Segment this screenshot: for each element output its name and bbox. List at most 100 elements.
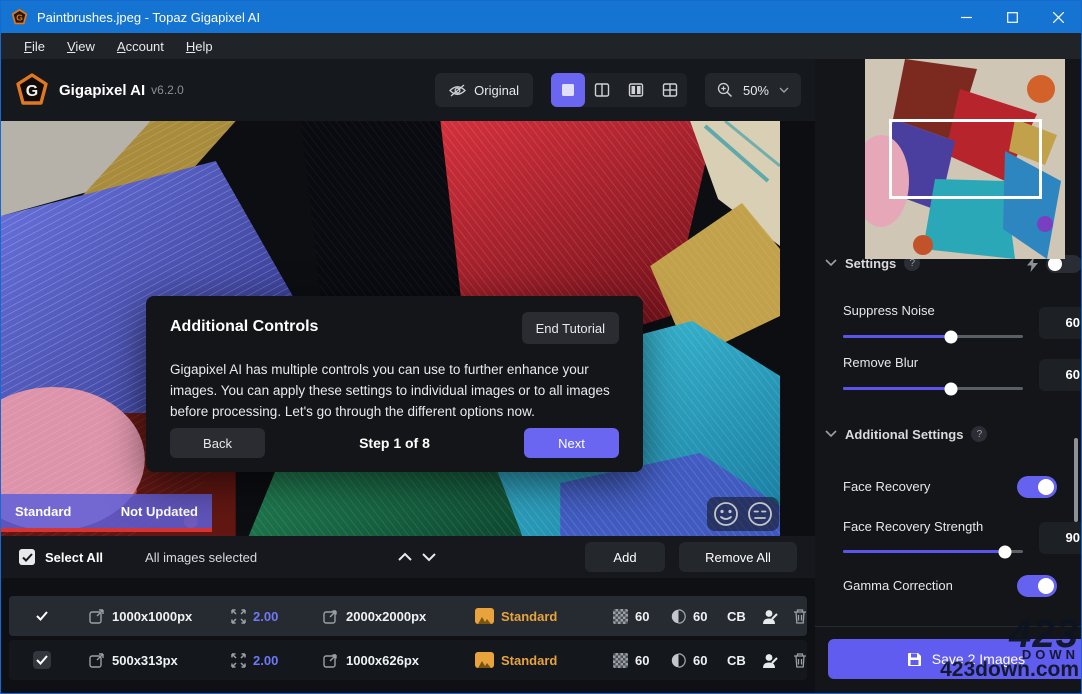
remove-blur-value[interactable]: 60 bbox=[1039, 359, 1082, 391]
tutorial-back-button[interactable]: Back bbox=[170, 428, 265, 458]
close-button[interactable] bbox=[1035, 1, 1081, 33]
suppress-noise-label: Suppress Noise bbox=[843, 303, 935, 318]
slider-knob[interactable] bbox=[999, 545, 1012, 558]
input-size: 500x313px bbox=[112, 653, 178, 668]
badge-mode-label: Standard bbox=[15, 504, 71, 519]
menu-bar: File View Account Help bbox=[1, 33, 1081, 59]
select-all-checkbox[interactable] bbox=[19, 549, 35, 565]
navigator-crop-rect[interactable] bbox=[889, 119, 1042, 199]
eye-off-icon bbox=[449, 84, 466, 97]
input-image-icon bbox=[89, 653, 105, 668]
chevron-down-icon bbox=[825, 430, 837, 438]
add-images-button[interactable]: Add bbox=[585, 542, 665, 572]
original-preview-button[interactable]: Original bbox=[435, 73, 533, 107]
watermark-site: 423down.com bbox=[940, 662, 1079, 679]
suppress-noise-slider[interactable] bbox=[843, 335, 1023, 338]
chevron-down-icon bbox=[825, 259, 837, 267]
face-recovery-label: Face Recovery bbox=[843, 479, 930, 494]
input-image-icon bbox=[89, 609, 105, 624]
scale-value: 2.00 bbox=[253, 609, 278, 624]
row-checkbox[interactable] bbox=[33, 607, 51, 625]
suppress-noise-value[interactable]: 60 bbox=[1039, 307, 1082, 339]
additional-settings-help-icon[interactable]: ? bbox=[971, 426, 987, 442]
remove-blur-label: Remove Blur bbox=[843, 355, 918, 370]
view-grid-button[interactable] bbox=[653, 73, 687, 107]
menu-help[interactable]: Help bbox=[175, 35, 224, 58]
selection-toolbar: Select All All images selected Add Remov… bbox=[1, 536, 815, 578]
end-tutorial-button[interactable]: End Tutorial bbox=[522, 312, 619, 344]
selection-status: All images selected bbox=[145, 550, 257, 565]
maximize-button[interactable] bbox=[989, 1, 1035, 33]
slider-knob[interactable] bbox=[945, 330, 958, 343]
tutorial-body-text: Gigapixel AI has multiple controls you c… bbox=[170, 360, 630, 423]
tutorial-step-indicator: Step 1 of 8 bbox=[265, 435, 524, 451]
gamma-correction-toggle[interactable] bbox=[1017, 575, 1057, 597]
app-version: v6.2.0 bbox=[151, 83, 184, 97]
additional-settings-header[interactable]: Additional Settings ? bbox=[825, 426, 987, 442]
delete-row-icon[interactable] bbox=[793, 652, 807, 668]
view-mode-group bbox=[551, 73, 687, 107]
menu-file[interactable]: File bbox=[13, 35, 56, 58]
remove-all-button[interactable]: Remove All bbox=[679, 542, 797, 572]
slider-knob[interactable] bbox=[945, 382, 958, 395]
tutorial-next-button[interactable]: Next bbox=[524, 428, 619, 458]
ai-mode-icon bbox=[475, 652, 494, 668]
row-checkbox[interactable] bbox=[33, 651, 51, 669]
face-recovery-person-icon bbox=[761, 608, 778, 625]
gamma-correction-label: Gamma Correction bbox=[843, 578, 953, 593]
noise-value: 60 bbox=[635, 653, 649, 668]
preview-mode-badge: Standard Not Updated bbox=[1, 494, 212, 532]
zoom-in-icon bbox=[717, 82, 733, 98]
gigapixel-logo-icon: G bbox=[15, 73, 49, 107]
blur-icon bbox=[671, 609, 686, 624]
scale-icon bbox=[231, 653, 246, 668]
tutorial-dialog: Additional Controls End Tutorial Gigapix… bbox=[146, 296, 643, 472]
ai-mode-value: Standard bbox=[501, 653, 557, 668]
file-row-2[interactable]: 500x313px 2.00 1000x626px bbox=[9, 640, 807, 680]
happy-face-icon[interactable] bbox=[713, 501, 739, 527]
face-recovery-strength-value[interactable]: 90 bbox=[1039, 522, 1082, 554]
settings-panel: Settings ? bbox=[815, 59, 1081, 693]
face-recovery-strength-label: Face Recovery Strength bbox=[843, 519, 983, 534]
output-image-icon bbox=[323, 653, 339, 668]
move-up-icon[interactable] bbox=[397, 552, 413, 562]
minimize-button[interactable] bbox=[943, 1, 989, 33]
main-toolbar: G Gigapixel AI v6.2.0 Original bbox=[1, 59, 815, 121]
additional-settings-label: Additional Settings bbox=[845, 427, 963, 442]
face-recovery-toggle[interactable] bbox=[1017, 476, 1057, 498]
delete-row-icon[interactable] bbox=[793, 608, 807, 624]
view-single-button[interactable] bbox=[551, 73, 585, 107]
scale-icon bbox=[231, 609, 246, 624]
tutorial-title: Additional Controls bbox=[170, 318, 318, 336]
output-size: 2000x2000px bbox=[346, 609, 426, 624]
move-down-icon[interactable] bbox=[421, 552, 437, 562]
menu-account[interactable]: Account bbox=[106, 35, 175, 58]
input-size: 1000x1000px bbox=[112, 609, 192, 624]
neutral-face-icon[interactable] bbox=[747, 501, 773, 527]
noise-icon bbox=[613, 609, 628, 624]
window-title: Paintbrushes.jpeg - Topaz Gigapixel AI bbox=[37, 10, 260, 25]
cb-tag: CB bbox=[727, 653, 746, 668]
file-row-1[interactable]: 1000x1000px 2.00 2000x2000px bbox=[9, 596, 807, 636]
image-preview-canvas[interactable]: Standard Not Updated bbox=[1, 121, 815, 536]
view-split-button[interactable] bbox=[585, 73, 619, 107]
navigator-thumbnail[interactable] bbox=[865, 59, 1065, 259]
remove-blur-slider[interactable] bbox=[843, 387, 1023, 390]
noise-value: 60 bbox=[635, 609, 649, 624]
split-view-icon bbox=[594, 82, 610, 98]
chevron-down-icon bbox=[779, 87, 789, 93]
menu-view[interactable]: View bbox=[56, 35, 106, 58]
app-window: G Paintbrushes.jpeg - Topaz Gigapixel AI… bbox=[0, 0, 1082, 694]
title-bar: G Paintbrushes.jpeg - Topaz Gigapixel AI bbox=[1, 1, 1081, 33]
grid-view-icon bbox=[662, 82, 678, 98]
ai-mode-icon bbox=[475, 608, 494, 624]
zoom-control[interactable]: 50% bbox=[705, 73, 801, 107]
face-recovery-strength-slider[interactable] bbox=[843, 550, 1023, 553]
app-name: Gigapixel AI bbox=[59, 82, 145, 99]
output-image-icon bbox=[323, 609, 339, 624]
blur-icon bbox=[671, 653, 686, 668]
view-side-by-side-button[interactable] bbox=[619, 73, 653, 107]
save-floppy-icon bbox=[907, 652, 922, 667]
cb-tag: CB bbox=[727, 609, 746, 624]
panel-scrollbar[interactable] bbox=[1074, 438, 1078, 522]
